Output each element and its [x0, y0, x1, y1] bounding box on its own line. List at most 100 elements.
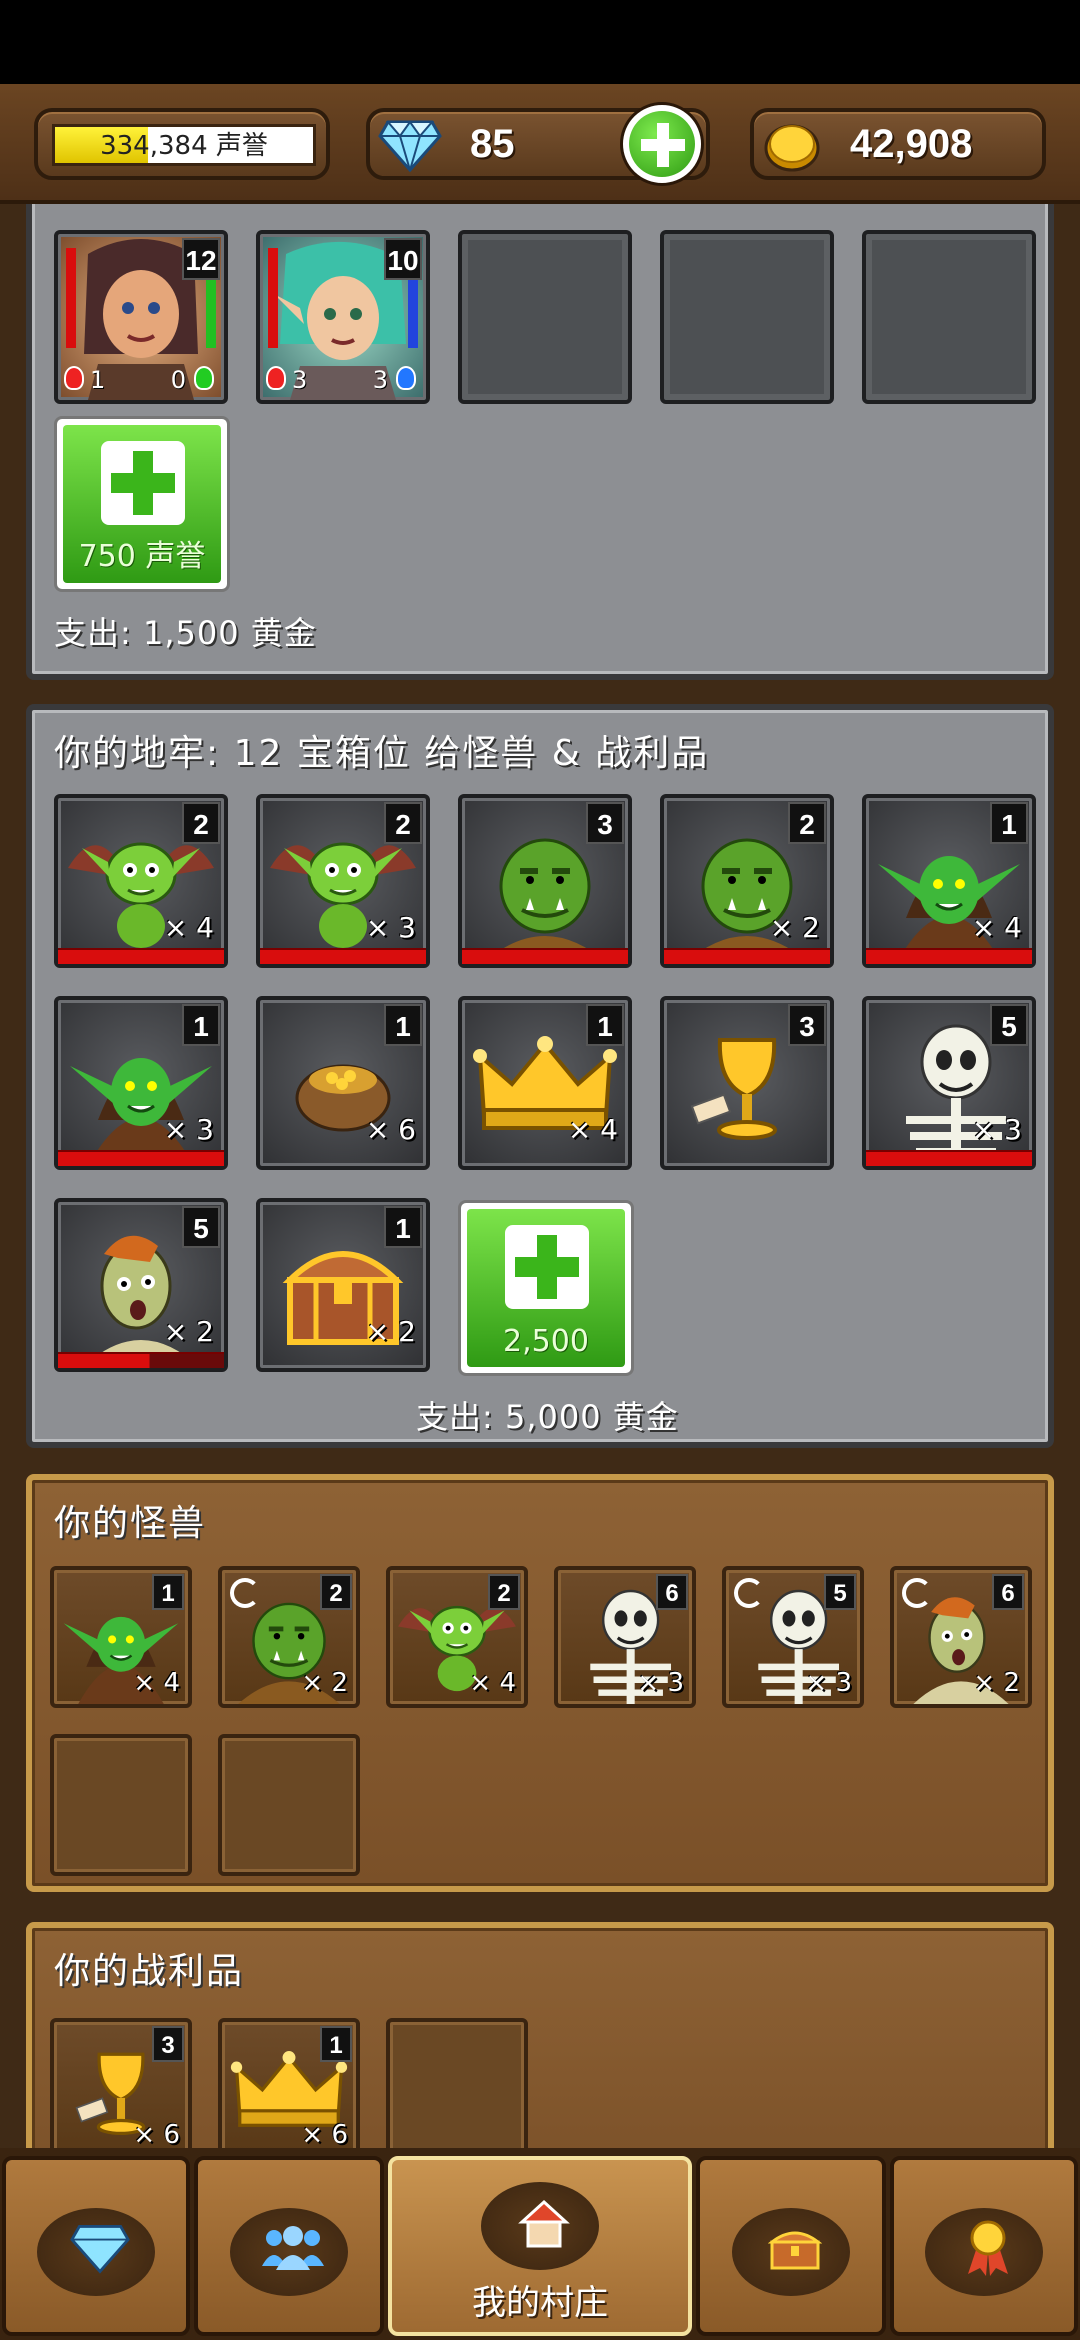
level-badge: 1	[384, 1206, 422, 1248]
gold-sack-slot[interactable]: 1 × 6	[256, 996, 430, 1170]
hooded-goblin-slot[interactable]: 1 × 4	[862, 794, 1036, 968]
dungeon-panel: 你的地牢: 12 宝箱位 给怪兽 & 战利品 2 × 4 2 × 3 3 2 × 2 1 × 4…	[26, 704, 1054, 1448]
loot-title: 你的战利品	[54, 1951, 245, 1992]
medal-icon	[968, 2220, 1008, 2276]
orc-slot[interactable]: 2 × 2	[218, 1566, 360, 1708]
heroes-cost-text: 支出: 1,500 黄金	[54, 614, 317, 652]
stack-count: × 6	[133, 2120, 180, 2148]
health-bar	[58, 1150, 224, 1166]
level-badge: 3	[152, 2026, 184, 2062]
blue-potion-icon	[396, 366, 416, 390]
scroll-content[interactable]: 12 1 0 10 3 3 750 声誉 支出: 1,500 黄金 你的地牢: …	[0, 204, 1080, 2148]
status-bar	[0, 0, 1080, 84]
tab-social[interactable]	[194, 2156, 384, 2336]
dungeon-title: 你的地牢: 12 宝箱位 给怪兽 & 战利品	[54, 733, 710, 774]
gem-icon	[70, 2225, 130, 2274]
add-hero-slot-button[interactable]: 750 声誉	[54, 416, 230, 592]
tab-treasure[interactable]	[696, 2156, 886, 2336]
stack-count: × 4	[163, 911, 214, 944]
tab-gems[interactable]	[2, 2156, 190, 2336]
stack-count: × 3	[805, 1668, 852, 1698]
chalice-slot[interactable]: 3 × 6	[50, 2018, 192, 2148]
skeleton-slot[interactable]: 5 × 3	[862, 996, 1036, 1170]
tab-my-village[interactable]: 我的村庄	[388, 2156, 692, 2336]
empty-hero-slot[interactable]	[660, 230, 834, 404]
hooded-goblin-slot[interactable]: 1 × 4	[50, 1566, 192, 1708]
plus-icon	[629, 111, 695, 177]
hero-level-badge: 10	[384, 238, 422, 280]
red-potion-count: 3	[292, 366, 308, 394]
stack-count: × 2	[163, 1315, 214, 1348]
heroes-panel: 12 1 0 10 3 3 750 声誉 支出: 1,500 黄金	[26, 204, 1054, 680]
winged-goblin-slot[interactable]: 2 × 3	[256, 794, 430, 968]
level-badge: 5	[182, 1206, 220, 1248]
stack-count: × 2	[769, 911, 820, 944]
add-dungeon-slot-button[interactable]: 2,500	[458, 1200, 634, 1376]
level-badge: 2	[488, 1574, 520, 1610]
stack-count: × 3	[637, 1668, 684, 1698]
green-potion-icon	[194, 366, 214, 390]
zombie-slot[interactable]: 6 × 2	[890, 1566, 1032, 1708]
refresh-icon	[902, 1578, 932, 1608]
empty-hero-slot[interactable]	[862, 230, 1036, 404]
level-badge: 1	[990, 802, 1028, 844]
level-badge: 2	[384, 802, 422, 844]
stack-count: × 2	[301, 1668, 348, 1698]
stack-count: × 3	[163, 1113, 214, 1146]
hero-slot-2[interactable]: 10 3 3	[256, 230, 430, 404]
crown-slot[interactable]: 1 × 4	[458, 996, 632, 1170]
level-badge: 2	[788, 802, 826, 844]
orc-slot[interactable]: 3	[458, 794, 632, 968]
level-badge: 3	[788, 1004, 826, 1046]
level-badge: 5	[824, 1574, 856, 1610]
treasure-chest-slot[interactable]: 1 × 2	[256, 1198, 430, 1372]
health-bar	[664, 948, 830, 964]
stack-count: × 4	[133, 1668, 180, 1698]
orc-slot[interactable]: 2 × 2	[660, 794, 834, 968]
monsters-title: 你的怪兽	[54, 1503, 207, 1544]
house-icon	[518, 2199, 570, 2248]
level-badge: 1	[320, 2026, 352, 2062]
hero-health-bar	[268, 248, 278, 348]
health-bar	[866, 948, 1032, 964]
level-badge: 5	[990, 1004, 1028, 1046]
plus-icon	[101, 441, 185, 525]
empty-monster-slot[interactable]	[50, 1734, 192, 1876]
winged-goblin-slot[interactable]: 2 × 4	[386, 1566, 528, 1708]
stack-count: × 2	[365, 1315, 416, 1348]
health-bar	[260, 948, 426, 964]
stack-count: × 3	[365, 911, 416, 944]
tab-my-village-label: 我的村庄	[472, 2283, 608, 2323]
stack-count: × 3	[971, 1113, 1022, 1146]
dungeon-cost-text: 支出: 5,000 黄金	[416, 1398, 679, 1436]
red-potion-icon	[64, 366, 84, 390]
empty-loot-slot[interactable]	[386, 2018, 528, 2148]
red-potion-icon	[266, 366, 286, 390]
hooded-goblin-slot[interactable]: 1 × 3	[54, 996, 228, 1170]
plus-icon	[505, 1225, 589, 1309]
refresh-icon	[230, 1578, 260, 1608]
winged-goblin-slot[interactable]: 2 × 4	[54, 794, 228, 968]
health-bar	[866, 1150, 1032, 1166]
empty-hero-slot[interactable]	[458, 230, 632, 404]
currency-bar: 334,384 声誉 85 42,908	[0, 84, 1080, 204]
gem-icon	[378, 120, 442, 172]
bottom-nav: 我的村庄	[0, 2148, 1080, 2340]
buy-gems-button[interactable]	[620, 102, 704, 186]
skeleton-slot[interactable]: 6 × 3	[554, 1566, 696, 1708]
stack-count: × 2	[973, 1668, 1020, 1698]
zombie-slot[interactable]: 5 × 2	[54, 1198, 228, 1372]
skeleton-slot[interactable]: 5 × 3	[722, 1566, 864, 1708]
reputation-bar: 334,384 声誉	[52, 124, 316, 166]
gold-pill: 42,908	[750, 108, 1046, 180]
tab-achievements[interactable]	[890, 2156, 1078, 2336]
level-badge: 2	[182, 802, 220, 844]
empty-monster-slot[interactable]	[218, 1734, 360, 1876]
chest-icon	[768, 2231, 822, 2270]
crown-slot[interactable]: 1 × 6	[218, 2018, 360, 2148]
chalice-slot[interactable]: 3	[660, 996, 834, 1170]
refresh-icon	[734, 1578, 764, 1608]
hero-slot-1[interactable]: 12 1 0	[54, 230, 228, 404]
stack-count: × 6	[301, 2120, 348, 2148]
level-badge: 2	[320, 1574, 352, 1610]
